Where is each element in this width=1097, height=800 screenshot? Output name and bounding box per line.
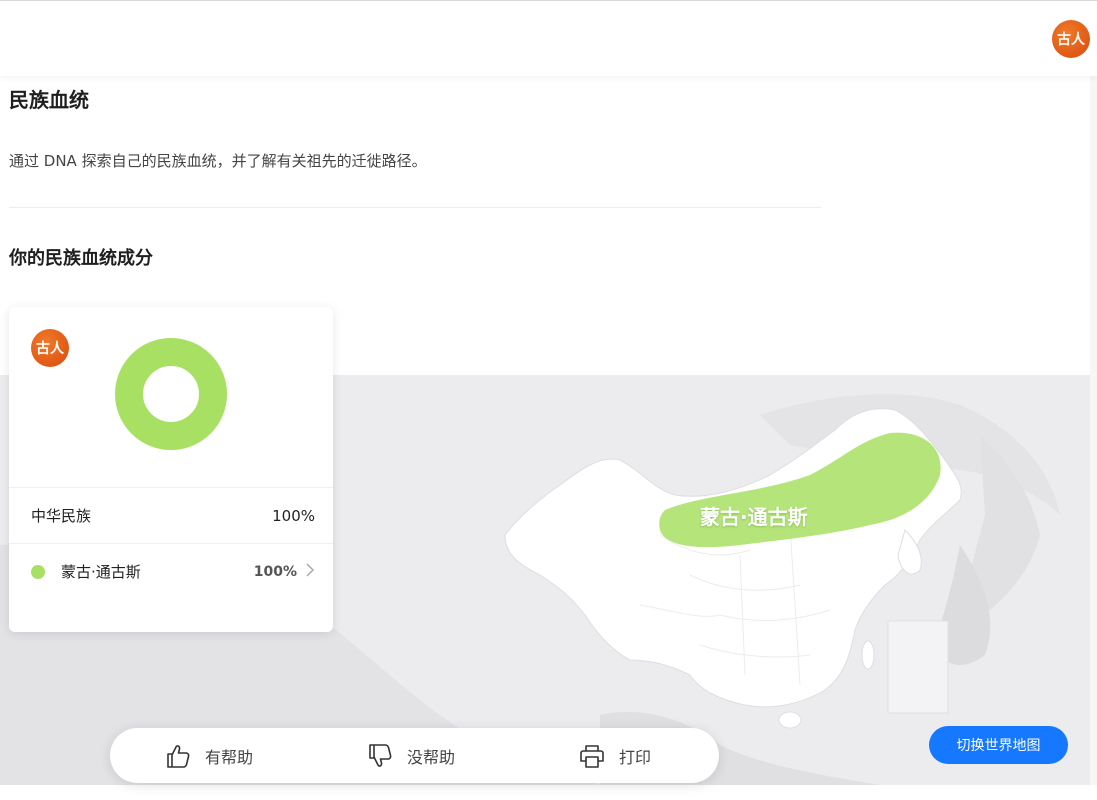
total-row: 中华民族 100% [9, 487, 333, 543]
land-hainan [778, 711, 802, 729]
section-description: 通过 DNA 探索自己的民族血统，并了解有关祖先的迁徙路径。 [9, 152, 427, 170]
map-region-label: 蒙古·通古斯 [700, 505, 808, 529]
ancestry-donut-chart [115, 338, 227, 450]
inset-south-china-sea [887, 620, 949, 714]
total-name: 中华民族 [31, 507, 92, 525]
feedback-bar: 有帮助 没帮助 打印 [110, 728, 719, 783]
top-bar: 古人 [0, 0, 1097, 76]
section-divider [9, 207, 821, 208]
ancestry-item-row[interactable]: 蒙古·通古斯 100% [9, 543, 333, 599]
ancestry-item-name: 蒙古·通古斯 [61, 563, 141, 581]
bottom-strip [0, 785, 1097, 800]
chevron-right-icon [305, 562, 315, 582]
user-avatar[interactable]: 古人 [1052, 20, 1090, 58]
printer-icon [579, 743, 605, 769]
ancestry-page: 古人 民族血统 通过 DNA 探索自己的民族血统，并了解有关祖先的迁徙路径。 你… [0, 0, 1097, 800]
donut-slice-mongolic-tungusic [115, 338, 227, 450]
not-helpful-button[interactable]: 没帮助 [367, 728, 455, 783]
total-percent: 100% [272, 506, 315, 525]
not-helpful-label: 没帮助 [407, 747, 456, 767]
composition-title: 你的民族血统成分 [9, 248, 153, 269]
ancestry-item-percent: 100% [253, 563, 297, 580]
switch-world-map-button[interactable]: 切换世界地图 [929, 726, 1068, 764]
legend-dot [31, 564, 45, 579]
land-taiwan [861, 640, 875, 670]
page-title: 民族血统 [9, 88, 89, 112]
ancestry-result-card: 古人 中华民族 100% 蒙古·通古斯 100% [9, 307, 333, 632]
print-label: 打印 [619, 747, 652, 767]
helpful-button[interactable]: 有帮助 [165, 728, 253, 783]
print-button[interactable]: 打印 [579, 728, 651, 783]
card-avatar: 古人 [31, 329, 69, 367]
thumbs-down-icon [367, 743, 393, 769]
thumbs-up-icon [165, 743, 191, 769]
helpful-label: 有帮助 [205, 747, 254, 767]
